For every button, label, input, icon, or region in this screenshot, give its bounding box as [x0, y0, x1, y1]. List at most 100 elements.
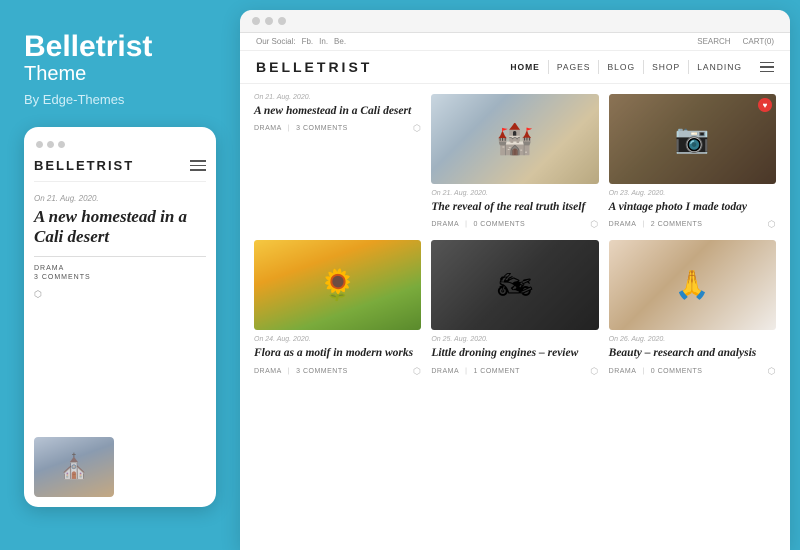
mobile-hamburger-icon[interactable] [190, 160, 206, 171]
article-6-tag: DRAMA [609, 368, 637, 375]
desktop-nav: HOME PAGES BLOG SHOP LANDING [502, 60, 774, 74]
article-2-share-icon[interactable]: ⬡ [590, 219, 598, 230]
social-in[interactable]: In. [319, 37, 328, 46]
titlebar-dot-2 [265, 17, 273, 25]
nav-shop[interactable]: SHOP [644, 60, 689, 74]
left-panel: Belletrist Theme By Edge-Themes BELLETRI… [0, 0, 240, 550]
article-5-tag: DRAMA [431, 368, 459, 375]
article-1-comments: 3 COMMENTS [296, 125, 348, 132]
mobile-thumbnails [34, 437, 206, 497]
mobile-mockup: BELLETRIST On 21. Aug. 2020. A new homes… [24, 127, 216, 507]
mobile-article-comments: 3 COMMENTS [34, 274, 206, 281]
article-6-date: On 26. Aug. 2020. [609, 336, 776, 343]
article-card-6: 🙏 On 26. Aug. 2020. Beauty – research an… [609, 240, 776, 376]
article-5-title[interactable]: Little droning engines – review [431, 346, 598, 360]
meta-dot-6: | [642, 368, 644, 375]
cart-link[interactable]: CART(0) [743, 37, 774, 46]
article-3-date: On 23. Aug. 2020. [609, 190, 776, 197]
article-6-meta: DRAMA | 0 COMMENTS ⬡ [609, 366, 776, 377]
desktop-content: On 21. Aug. 2020. A new homestead in a C… [240, 84, 790, 550]
article-card-1: On 21. Aug. 2020. A new homestead in a C… [254, 94, 421, 230]
nav-blog[interactable]: BLOG [599, 60, 644, 74]
article-5-image: 🏍 [431, 240, 598, 330]
search-link[interactable]: SEARCH [697, 37, 730, 46]
article-card-4: 🌻 On 24. Aug. 2020. Flora as a motif in … [254, 240, 421, 376]
motorcycle-image: 🏍 [431, 240, 598, 330]
article-card-2: 🏰 On 21. Aug. 2020. The reveal of the re… [431, 94, 598, 230]
article-6-share-icon[interactable]: ⬡ [768, 366, 776, 377]
social-be[interactable]: Be. [334, 37, 346, 46]
article-4-date: On 24. Aug. 2020. [254, 336, 421, 343]
article-card-5: 🏍 On 25. Aug. 2020. Little droning engin… [431, 240, 598, 376]
article-5-comments: 1 COMMENT [473, 368, 520, 375]
article-2-title[interactable]: The reveal of the real truth itself [431, 200, 598, 214]
articles-row-1: On 21. Aug. 2020. A new homestead in a C… [254, 94, 776, 230]
social-links: Our Social: Fb. In. Be. [256, 37, 346, 46]
meta-dot-1: | [288, 125, 290, 132]
article-6-comments: 0 COMMENTS [651, 368, 703, 375]
meta-dot-5: | [465, 368, 467, 375]
mobile-titlebar-dots [34, 141, 206, 148]
mobile-article-tag: DRAMA [34, 265, 206, 272]
badge-icon: ♥ [763, 101, 768, 110]
article-2-meta: DRAMA | 0 COMMENTS ⬡ [431, 219, 598, 230]
dot-1 [36, 141, 43, 148]
article-3-comments: 2 COMMENTS [651, 221, 703, 228]
brand-subtitle: Theme [24, 63, 216, 86]
article-3-tag: DRAMA [609, 221, 637, 228]
nav-home[interactable]: HOME [502, 60, 549, 74]
nav-pages[interactable]: PAGES [549, 60, 600, 74]
dot-3 [58, 141, 65, 148]
desktop-navbar: Belletrist HOME PAGES BLOG SHOP LANDING [240, 51, 790, 84]
article-1-meta: DRAMA | 3 COMMENTS ⬡ [254, 123, 421, 134]
article-3-image: 📷 ♥ [609, 94, 776, 184]
camera-image: 📷 [609, 94, 776, 184]
mobile-navbar: BELLETRIST [34, 158, 206, 182]
nav-hamburger-icon[interactable] [760, 62, 774, 73]
article-1-date: On 21. Aug. 2020. [254, 94, 421, 101]
article-2-image: 🏰 [431, 94, 598, 184]
mobile-article-title: A new homestead in a Cali desert [34, 207, 206, 248]
brand-title: Belletrist [24, 30, 216, 63]
mobile-divider [34, 256, 206, 257]
desktop-logo: Belletrist [256, 59, 372, 75]
article-4-comments: 3 COMMENTS [296, 368, 348, 375]
mobile-article-date: On 21. Aug. 2020. [34, 194, 206, 203]
woman-image: 🙏 [609, 240, 776, 330]
titlebar-dot-1 [252, 17, 260, 25]
article-4-tag: DRAMA [254, 368, 282, 375]
article-6-image: 🙏 [609, 240, 776, 330]
article-5-share-icon[interactable]: ⬡ [590, 366, 598, 377]
nav-landing[interactable]: LANDING [689, 60, 750, 74]
article-5-date: On 25. Aug. 2020. [431, 336, 598, 343]
article-3-share-icon[interactable]: ⬡ [768, 219, 776, 230]
article-4-share-icon[interactable]: ⬡ [413, 366, 421, 377]
sunflower-image: 🌻 [254, 240, 421, 330]
desktop-topbar: Our Social: Fb. In. Be. SEARCH CART(0) [240, 33, 790, 51]
church-thumb-image [34, 437, 114, 497]
social-fb[interactable]: Fb. [302, 37, 314, 46]
mobile-logo: BELLETRIST [34, 158, 134, 173]
desktop-mockup: Our Social: Fb. In. Be. SEARCH CART(0) B… [240, 10, 790, 550]
article-3-title[interactable]: A vintage photo I made today [609, 200, 776, 214]
article-2-date: On 21. Aug. 2020. [431, 190, 598, 197]
mobile-thumb-1 [34, 437, 114, 497]
article-5-meta: DRAMA | 1 COMMENT ⬡ [431, 366, 598, 377]
article-1-title[interactable]: A new homestead in a Cali desert [254, 104, 421, 118]
titlebar-dot-3 [278, 17, 286, 25]
article-4-title[interactable]: Flora as a motif in modern works [254, 346, 421, 360]
article-6-title[interactable]: Beauty – research and analysis [609, 346, 776, 360]
article-1-share-icon[interactable]: ⬡ [413, 123, 421, 134]
article-2-comments: 0 COMMENTS [473, 221, 525, 228]
dot-2 [47, 141, 54, 148]
article-3-meta: DRAMA | 2 COMMENTS ⬡ [609, 219, 776, 230]
brand-by: By Edge-Themes [24, 92, 216, 107]
church-image: 🏰 [431, 94, 598, 184]
article-card-3: 📷 ♥ On 23. Aug. 2020. A vintage photo I … [609, 94, 776, 230]
mobile-share-icon[interactable]: ⬡ [34, 289, 206, 300]
article-4-meta: DRAMA | 3 COMMENTS ⬡ [254, 366, 421, 377]
topbar-right: SEARCH CART(0) [697, 37, 774, 46]
articles-row-2: 🌻 On 24. Aug. 2020. Flora as a motif in … [254, 240, 776, 376]
article-2-tag: DRAMA [431, 221, 459, 228]
article-4-image: 🌻 [254, 240, 421, 330]
